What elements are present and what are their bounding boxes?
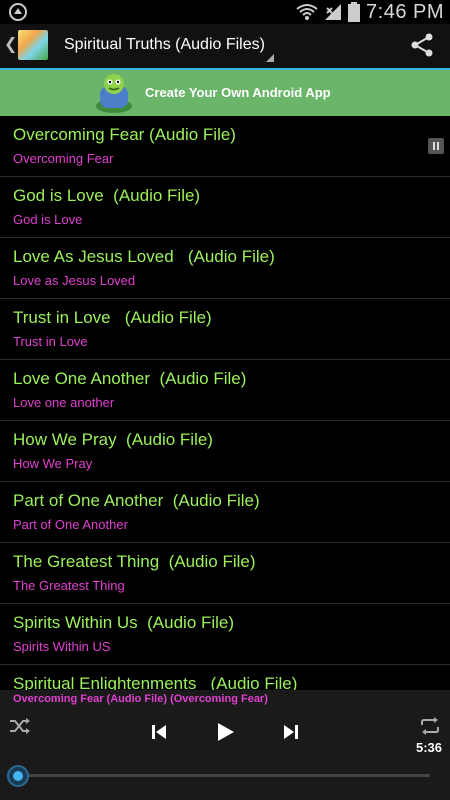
battery-icon [348, 2, 361, 22]
list-item-subtitle: God is Love [13, 212, 83, 227]
list-item[interactable]: The Greatest Thing (Audio File) The Great… [0, 543, 450, 604]
list-item[interactable]: Love One Another (Audio File) Love one an… [0, 360, 450, 421]
list-item-subtitle: Love one another [13, 395, 115, 410]
seek-thumb[interactable] [7, 765, 29, 787]
list-item-subtitle: Part of One Another [13, 517, 128, 532]
pause-icon[interactable] [428, 138, 444, 154]
list-item-title: Part of One Another (Audio File) [13, 491, 260, 510]
list-item-title: Overcoming Fear (Audio File) [13, 125, 236, 144]
play-icon[interactable] [214, 721, 236, 743]
list-item[interactable]: God is Love (Audio File) God is Love [0, 177, 450, 238]
mascot-icon [96, 74, 132, 113]
repeat-icon[interactable] [418, 716, 442, 736]
list-item-title: Love One Another (Audio File) [13, 369, 247, 388]
back-chevron-icon[interactable]: ❮ [4, 34, 17, 54]
list-item-subtitle: How We Pray [13, 456, 93, 471]
status-time: 7:46 PM [366, 0, 444, 23]
status-bar: 7:46 PM [0, 0, 450, 24]
list-item[interactable]: Spiritual Enlightenments (Audio File) [0, 665, 450, 690]
now-playing-text: Overcoming Fear (Audio File) (Overcoming… [13, 693, 268, 705]
page-title: Spiritual Truths (Audio Files) [64, 36, 265, 53]
ad-banner[interactable]: Create Your Own Android App [0, 70, 450, 116]
action-bar: ❮ Spiritual Truths (Audio Files) [0, 24, 450, 71]
shuffle-icon[interactable] [8, 716, 32, 736]
list-item-subtitle: Overcoming Fear [13, 151, 114, 166]
app-icon[interactable] [18, 30, 48, 60]
list-item[interactable]: Overcoming Fear (Audio File) Overcoming F… [0, 116, 450, 177]
dropdown-indicator-icon[interactable] [266, 54, 274, 62]
list-item-subtitle: Love as Jesus Loved [13, 273, 136, 288]
player-bar: Overcoming Fear (Audio File) (Overcoming… [0, 690, 450, 800]
list-item-subtitle: Trust in Love [13, 334, 88, 349]
playback-time: 5:36 [415, 740, 442, 755]
list-item-title: Spiritual Enlightenments (Audio File) [13, 674, 298, 690]
list-item-subtitle: Spirits Within US [13, 639, 111, 654]
list-item-subtitle: The Greatest Thing [13, 578, 125, 593]
share-icon[interactable] [410, 32, 434, 58]
list-item-title: The Greatest Thing (Audio File) [13, 552, 256, 571]
list-item-title: Trust in Love (Audio File) [13, 308, 212, 327]
list-item[interactable]: Part of One Another (Audio File) Part of … [0, 482, 450, 543]
list-item[interactable]: Love As Jesus Loved (Audio File) Love as … [0, 238, 450, 299]
list-item-title: Spirits Within Us (Audio File) [13, 613, 235, 632]
seek-track[interactable] [18, 774, 430, 777]
list-item-title: Love As Jesus Loved (Audio File) [13, 247, 275, 266]
previous-icon[interactable] [150, 723, 168, 741]
audio-list: Overcoming Fear (Audio File) Overcoming F… [0, 116, 450, 690]
list-item[interactable]: How We Pray (Audio File) How We Pray [0, 421, 450, 482]
banner-text: Create Your Own Android App [145, 85, 331, 100]
list-item-title: God is Love (Audio File) [13, 186, 201, 205]
signal-icon [325, 4, 342, 20]
list-item[interactable]: Spirits Within Us (Audio File) Spirits Wi… [0, 604, 450, 665]
list-item[interactable]: Trust in Love (Audio File) Trust in Love [0, 299, 450, 360]
next-icon[interactable] [282, 723, 300, 741]
notification-icon [9, 3, 27, 21]
wifi-icon [296, 4, 318, 20]
list-item-title: How We Pray (Audio File) [13, 430, 213, 449]
